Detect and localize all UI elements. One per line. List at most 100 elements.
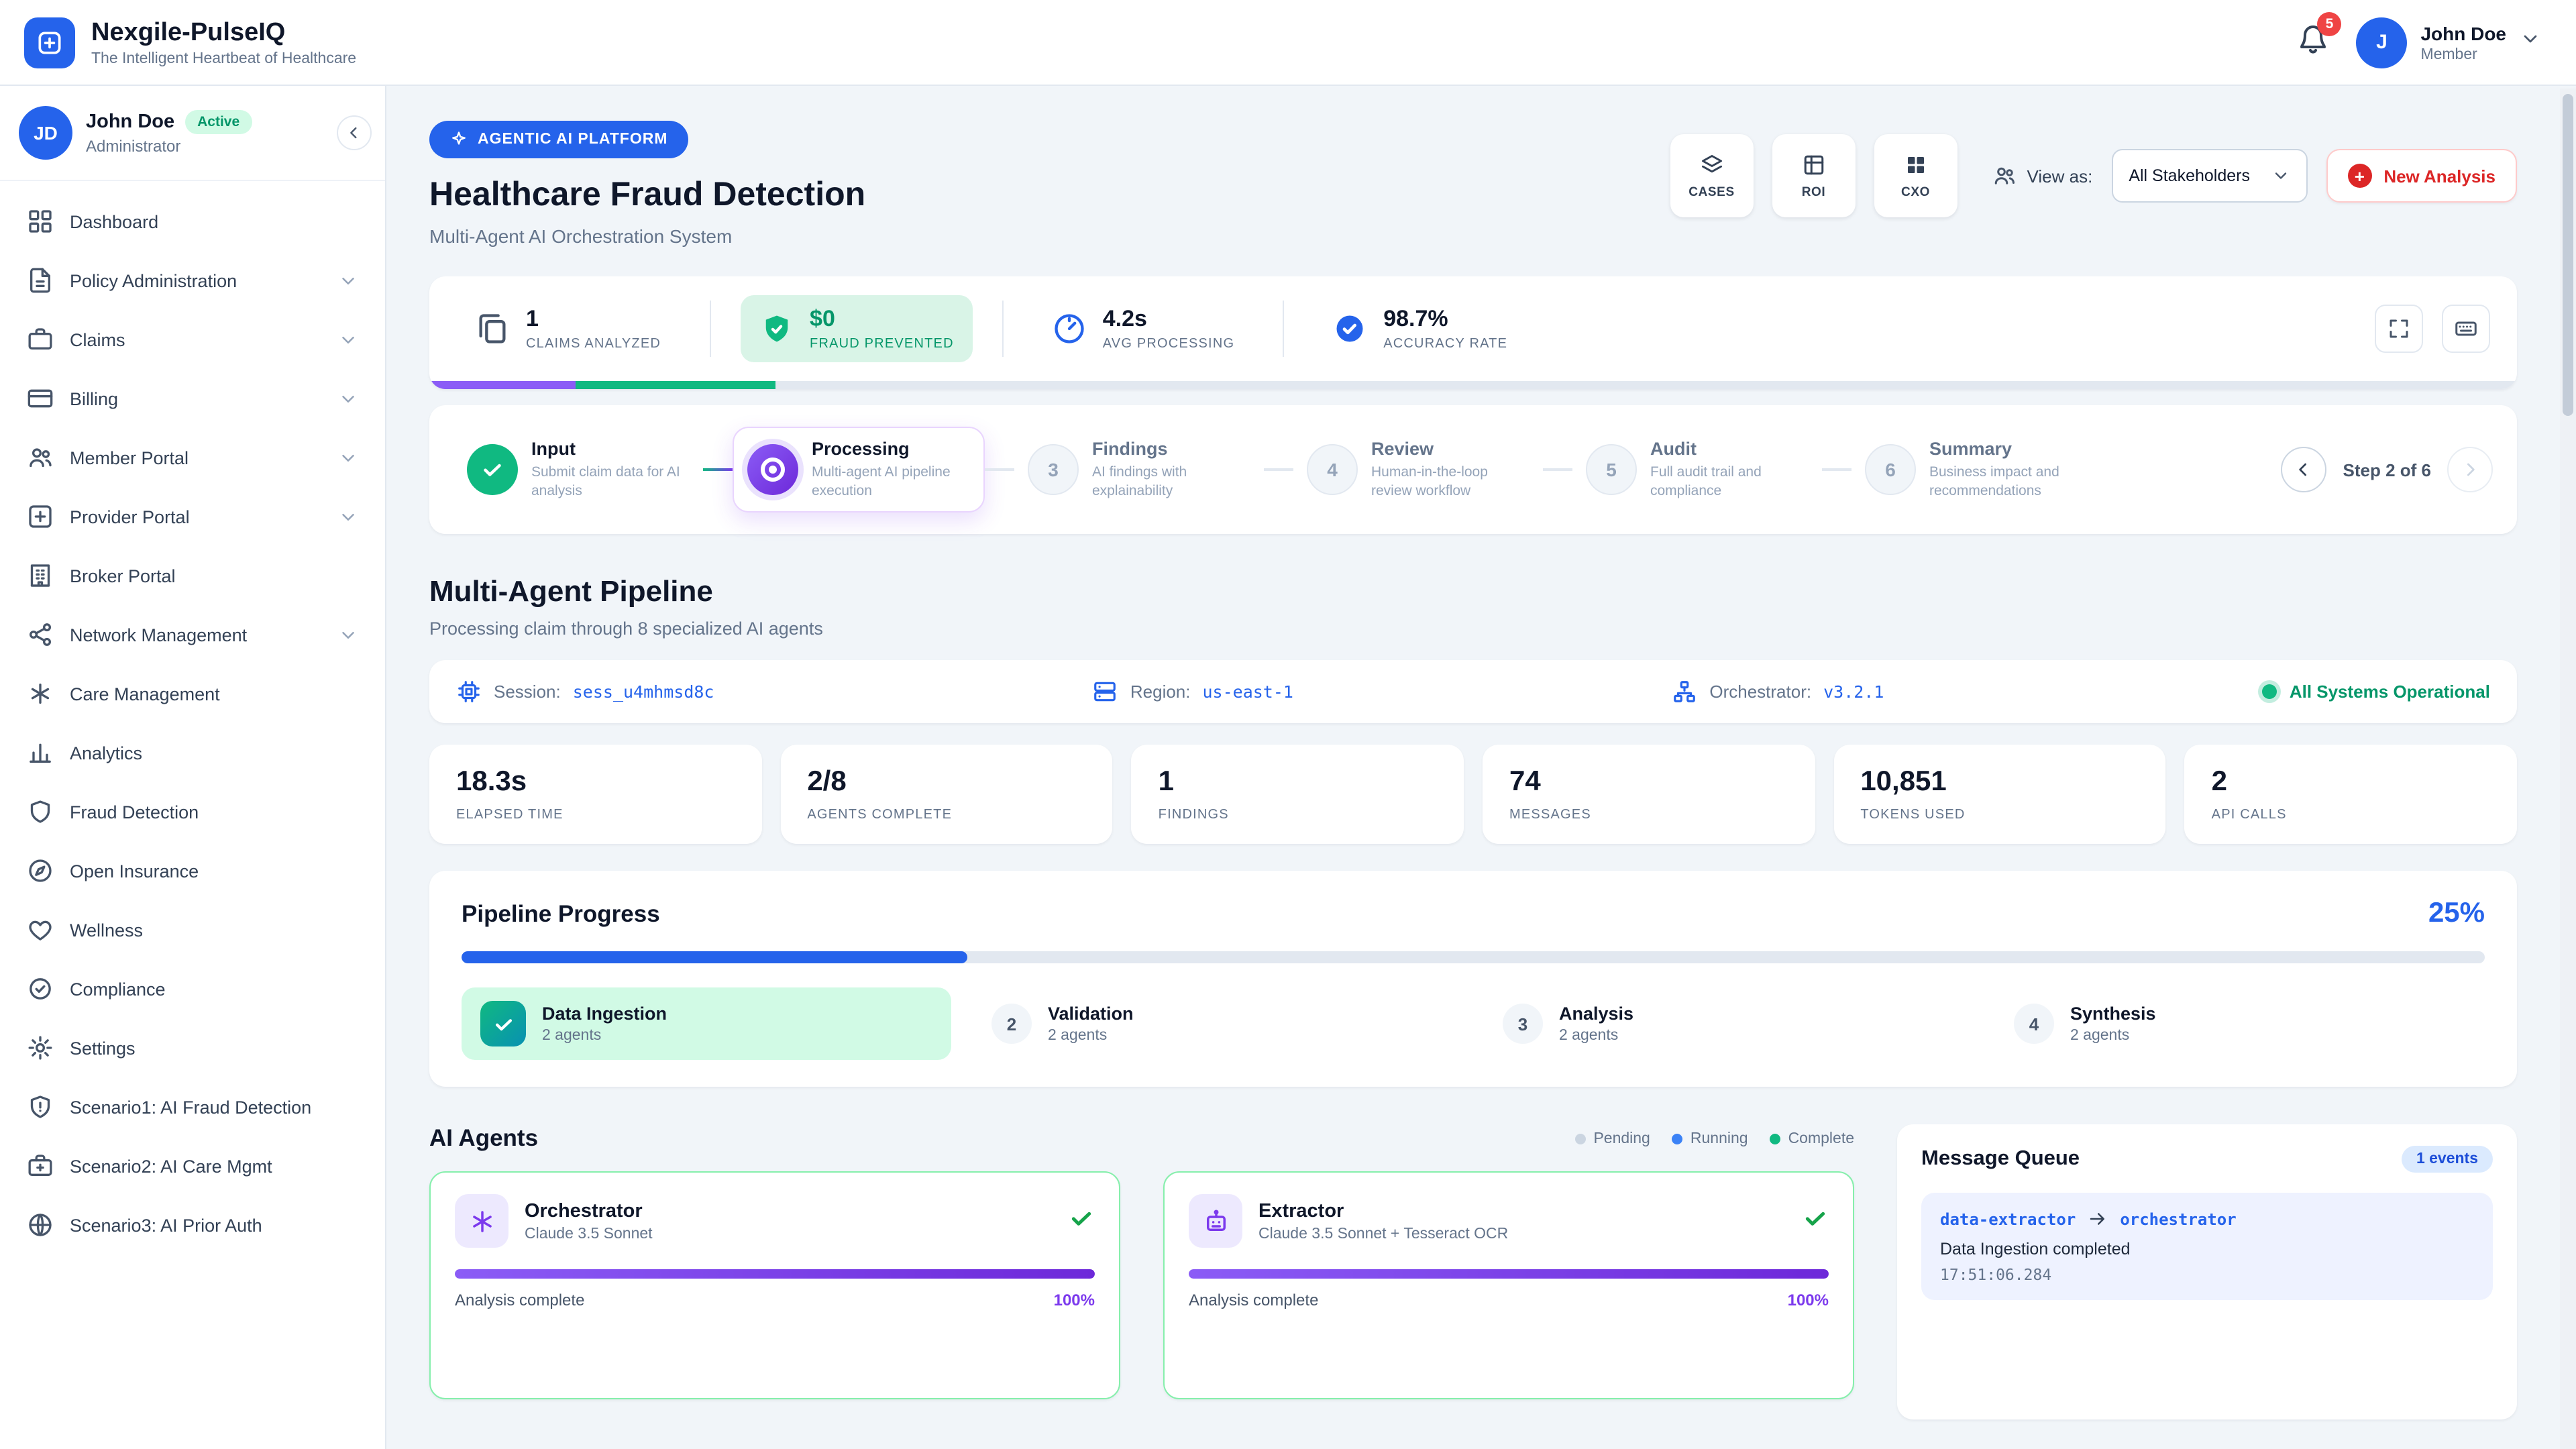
stakeholder-select[interactable]: All Stakeholders: [2111, 149, 2307, 203]
network-icon: [27, 621, 54, 648]
platform-badge: AGENTIC AI PLATFORM: [429, 121, 688, 158]
kpi-claims-analyzed: 1 CLAIMS ANALYZED: [456, 295, 680, 362]
credit-card-icon: [27, 385, 54, 412]
cxo-button[interactable]: CXO: [1874, 134, 1957, 217]
badge-check-icon: [1332, 311, 1367, 346]
step-audit[interactable]: 5 Audit Full audit trail and compliance: [1572, 428, 1822, 512]
sidebar-item-open-insurance[interactable]: Open Insurance: [13, 844, 372, 898]
chevron-down-icon: [338, 388, 358, 409]
check-icon: [1802, 1205, 1829, 1238]
sidebar-item-fraud-detection[interactable]: Fraud Detection: [13, 785, 372, 839]
workflow-progress-strip: [429, 381, 2517, 389]
notification-badge: 5: [2317, 12, 2341, 36]
brand: Nexgile-PulseIQ The Intelligent Heartbea…: [24, 17, 356, 68]
check-icon: [467, 444, 518, 495]
new-analysis-button[interactable]: + New Analysis: [2326, 149, 2517, 203]
sidebar-item-policy-administration[interactable]: Policy Administration: [13, 254, 372, 307]
server-icon: [1093, 680, 1118, 705]
step-summary[interactable]: 6 Summary Business impact and recommenda…: [1851, 428, 2101, 512]
scrollbar-thumb[interactable]: [2563, 94, 2573, 416]
queue-title: Message Queue: [1921, 1148, 2080, 1172]
progress-bar: [462, 952, 2485, 964]
stage-data-ingestion[interactable]: Data Ingestion 2 agents: [462, 988, 951, 1061]
stat-messages: 74 MESSAGES: [1483, 745, 1815, 845]
stage-analysis[interactable]: 3 Analysis 2 agents: [1484, 988, 1974, 1061]
badge-check-icon: [27, 975, 54, 1002]
roi-button[interactable]: ROI: [1772, 134, 1856, 217]
chevron-down-icon: [338, 270, 358, 290]
orchestrator-version: Orchestrator: v3.2.1: [1672, 680, 1884, 705]
sidebar-item-analytics[interactable]: Analytics: [13, 726, 372, 780]
sidebar-item-compliance[interactable]: Compliance: [13, 962, 372, 1016]
arrow-right-icon: [2088, 1210, 2108, 1230]
kpi-avg-processing: 4.2s AVG PROCESSING: [1033, 295, 1253, 362]
cases-button[interactable]: CASES: [1670, 134, 1754, 217]
agents-legend: Pending Running Complete: [1574, 1131, 1854, 1147]
step-processing[interactable]: Processing Multi-agent AI pipeline execu…: [733, 427, 985, 513]
queue-events-badge: 1 events: [2402, 1146, 2493, 1173]
fullscreen-button[interactable]: [2375, 305, 2423, 353]
message-queue-card: Message Queue 1 events data-extractor or…: [1897, 1125, 2517, 1420]
view-as-group: View as:: [1992, 164, 2093, 188]
chevron-down-icon: [2271, 166, 2290, 185]
agent-card-extractor[interactable]: Extractor Claude 3.5 Sonnet + Tesseract …: [1163, 1172, 1854, 1400]
topbar-right: 5 J John Doe Member: [2297, 17, 2541, 68]
step-input[interactable]: Input Submit claim data for AI analysis: [453, 428, 703, 512]
queue-event[interactable]: data-extractor orchestrator Data Ingesti…: [1921, 1193, 2493, 1301]
sidebar-item-dashboard[interactable]: Dashboard: [13, 195, 372, 248]
step-review[interactable]: 4 Review Human-in-the-loop review workfl…: [1293, 428, 1543, 512]
sidebar-item-billing[interactable]: Billing: [13, 372, 372, 425]
cpu-icon: [456, 680, 482, 705]
status-badge: Active: [185, 110, 252, 134]
bar-chart-icon: [27, 739, 54, 766]
topbar: Nexgile-PulseIQ The Intelligent Heartbea…: [0, 0, 2576, 86]
main-content: AGENTIC AI PLATFORM Healthcare Fraud Det…: [386, 86, 2557, 1449]
layers-icon: [1700, 152, 1724, 176]
previous-step-button[interactable]: [2282, 447, 2327, 492]
sidebar-item-scenario2-care[interactable]: Scenario2: AI Care Mgmt: [13, 1139, 372, 1193]
sidebar-item-scenario1-fraud[interactable]: Scenario1: AI Fraud Detection: [13, 1080, 372, 1134]
next-step-button[interactable]: [2447, 447, 2493, 492]
status-dot-icon: [2263, 685, 2277, 700]
plus-square-icon: [27, 503, 54, 530]
user-menu[interactable]: J John Doe Member: [2356, 17, 2541, 68]
view-as-label: View as:: [2027, 166, 2093, 186]
keyboard-icon: [2454, 317, 2478, 341]
sidebar-item-wellness[interactable]: Wellness: [13, 903, 372, 957]
notifications-button[interactable]: 5: [2297, 23, 2329, 62]
sidebar-item-settings[interactable]: Settings: [13, 1021, 372, 1075]
stage-validation[interactable]: 2 Validation 2 agents: [973, 988, 1462, 1061]
sidebar-item-broker-portal[interactable]: Broker Portal: [13, 549, 372, 602]
sparkle-icon: [449, 130, 468, 149]
sidebar-item-provider-portal[interactable]: Provider Portal: [13, 490, 372, 543]
users-icon: [27, 444, 54, 471]
sidebar-nav: Dashboard Policy Administration Claims B…: [0, 181, 385, 1271]
building-icon: [27, 562, 54, 589]
stage-synthesis[interactable]: 4 Synthesis 2 agents: [1995, 988, 2485, 1061]
keyboard-shortcuts-button[interactable]: [2442, 305, 2490, 353]
briefcase-icon: [27, 326, 54, 353]
running-dot-icon: [1672, 1134, 1682, 1144]
vertical-scrollbar[interactable]: [2560, 89, 2576, 1449]
stat-api-calls: 2 API CALLS: [2185, 745, 2517, 845]
chevron-down-icon: [338, 447, 358, 468]
sidebar-item-member-portal[interactable]: Member Portal: [13, 431, 372, 484]
step-findings[interactable]: 3 Findings AI findings with explainabili…: [1014, 428, 1264, 512]
sidebar-item-care-management[interactable]: Care Management: [13, 667, 372, 720]
sidebar-collapse-button[interactable]: [337, 115, 372, 150]
files-icon: [475, 311, 510, 346]
page-title: Healthcare Fraud Detection: [429, 176, 865, 215]
sidebar-item-network-management[interactable]: Network Management: [13, 608, 372, 661]
agent-card-orchestrator[interactable]: Orchestrator Claude 3.5 Sonnet Analysis …: [429, 1172, 1120, 1400]
agent-progress-bar: [1189, 1270, 1829, 1279]
care-icon: [27, 680, 54, 707]
pipeline-stages: Data Ingestion 2 agents 2 Validation 2 a…: [462, 988, 2485, 1061]
expand-icon: [2387, 317, 2411, 341]
sidebar-item-claims[interactable]: Claims: [13, 313, 372, 366]
pipeline-progress-card: Pipeline Progress 25% Data Ingestion 2 a…: [429, 871, 2517, 1087]
chevron-down-icon: [338, 506, 358, 527]
step-indicator: Step 2 of 6: [2343, 460, 2432, 480]
gauge-icon: [1052, 311, 1087, 346]
pipeline-stats: 18.3s ELAPSED TIME 2/8 AGENTS COMPLETE 1…: [429, 745, 2517, 845]
sidebar-item-scenario3-prior-auth[interactable]: Scenario3: AI Prior Auth: [13, 1198, 372, 1252]
